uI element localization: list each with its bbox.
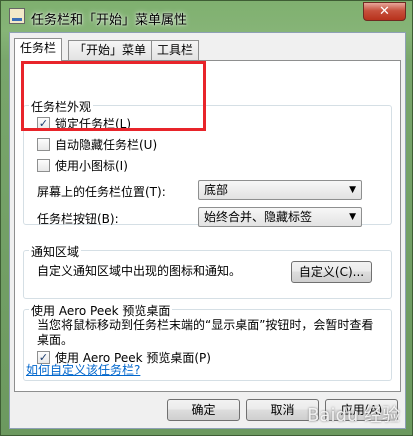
aero-peek-group-label: 使用 Aero Peek 预览桌面 bbox=[29, 302, 173, 319]
watermark-text: Baidu 经验 bbox=[307, 405, 400, 426]
autohide-taskbar-label: 自动隐藏任务栏(U) bbox=[55, 138, 158, 152]
customize-button[interactable]: 自定义(C)... bbox=[291, 261, 372, 283]
appearance-group-label: 任务栏外观 bbox=[29, 98, 94, 115]
tab-toolbars[interactable]: 工具栏 bbox=[151, 40, 200, 60]
autohide-taskbar-checkbox[interactable] bbox=[37, 138, 50, 151]
small-icons-label: 使用小图标(I) bbox=[55, 159, 128, 173]
autohide-taskbar-option[interactable]: 自动隐藏任务栏(U) bbox=[37, 138, 157, 154]
dialog-client: 任务栏 「开始」菜单 工具栏 任务栏外观 ✓ 锁定任务栏(L) 自动隐藏任务栏(U… bbox=[9, 32, 406, 429]
taskbar-buttons-label: 任务栏按钮(B): bbox=[37, 212, 119, 226]
ok-button[interactable]: 确定 bbox=[167, 399, 240, 421]
aero-peek-description: 当您将鼠标移动到任务栏末端的“显示桌面”按钮时，会暂时查看桌面。 bbox=[37, 318, 374, 347]
taskbar-position-label: 屏幕上的任务栏位置(T): bbox=[37, 185, 166, 199]
close-button[interactable]: ✕ bbox=[363, 2, 406, 21]
tab-taskbar[interactable]: 任务栏 bbox=[14, 38, 63, 61]
window-title: 任务栏和「开始」菜单属性 bbox=[31, 13, 188, 28]
taskbar-buttons-value: 始终合并、隐藏标签 bbox=[204, 210, 313, 224]
lock-taskbar-checkbox[interactable]: ✓ bbox=[37, 117, 50, 130]
app-icon bbox=[9, 8, 25, 24]
dialog-window: 任务栏和「开始」菜单属性 ✕ 任务栏 「开始」菜单 工具栏 任务栏外观 ✓ 锁定任… bbox=[0, 0, 413, 436]
help-link[interactable]: 如何自定义该任务栏? bbox=[26, 361, 140, 378]
notification-group-label: 通知区域 bbox=[29, 243, 82, 260]
notification-description: 自定义通知区域中出现的图标和通知。 bbox=[37, 264, 242, 278]
chevron-down-icon: ▼ bbox=[349, 185, 356, 195]
tab-start-menu[interactable]: 「开始」菜单 bbox=[68, 40, 153, 60]
small-icons-checkbox[interactable] bbox=[37, 159, 50, 172]
taskbar-buttons-select[interactable]: 始终合并、隐藏标签 ▼ bbox=[198, 207, 362, 227]
lock-taskbar-label: 锁定任务栏(L) bbox=[55, 117, 132, 131]
taskbar-position-value: 底部 bbox=[204, 183, 229, 197]
chevron-down-icon: ▼ bbox=[349, 212, 356, 222]
small-icons-option[interactable]: 使用小图标(I) bbox=[37, 159, 128, 175]
lock-taskbar-option[interactable]: ✓ 锁定任务栏(L) bbox=[37, 117, 131, 133]
taskbar-position-select[interactable]: 底部 ▼ bbox=[198, 180, 362, 200]
tab-panel-taskbar: 任务栏外观 ✓ 锁定任务栏(L) 自动隐藏任务栏(U) 使用小图标(I) 屏幕上的… bbox=[14, 60, 401, 392]
